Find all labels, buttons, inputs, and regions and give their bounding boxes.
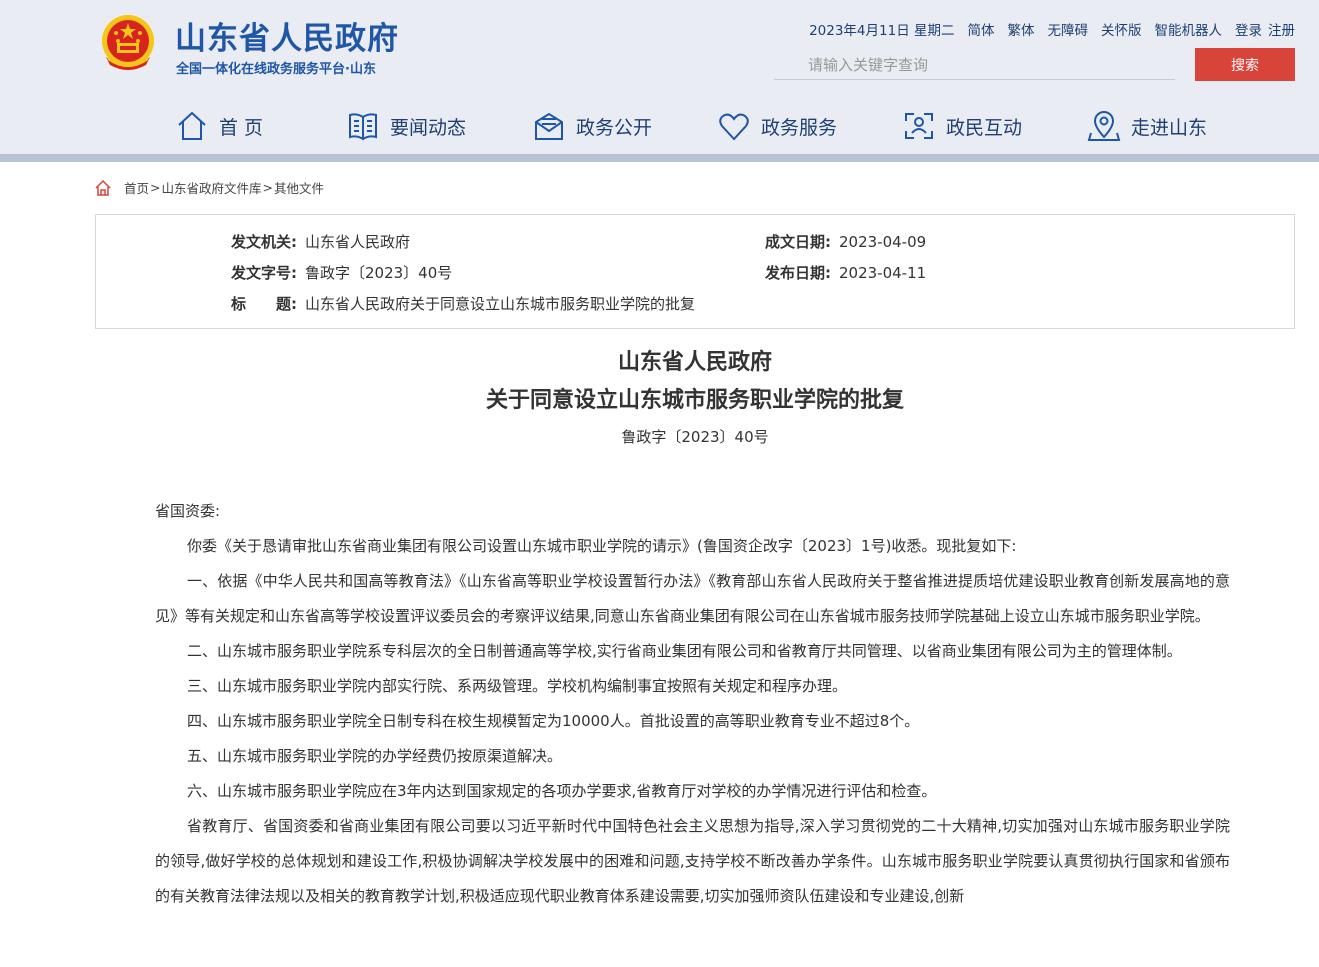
- nav-home-label: 首 页: [219, 116, 264, 139]
- info-issuer: 发文机关: 山东省人民政府: [231, 231, 410, 252]
- home-icon: [178, 111, 206, 140]
- title-label: 标 题:: [231, 295, 297, 313]
- breadcrumb-file-library[interactable]: 山东省政府文件库: [162, 178, 262, 197]
- site-subtitle: 全国一体化在线政务服务平台·山东: [176, 62, 376, 77]
- nav-shandong-label: 走进山东: [1131, 116, 1208, 139]
- paragraph: 三、山东城市服务职业学院内部实行院、系两级管理。学校机构编制事宜按照有关规定和程…: [187, 677, 848, 695]
- breadcrumb: 首页 > 山东省政府文件库 > 其他文件: [94, 178, 324, 197]
- document-body: 省国资委: 你委《关于恳请审批山东省商业集团有限公司设置山东城市职业学院的请示》…: [155, 494, 1230, 914]
- site-header: 山东省人民政府 全国一体化在线政务服务平台·山东 2023年4月11日 星期二 …: [0, 0, 1319, 154]
- document-title-line1: 山东省人民政府: [617, 350, 772, 375]
- link-accessibility[interactable]: 无障碍: [1048, 19, 1089, 39]
- home-icon: [95, 179, 111, 196]
- breadcrumb-separator: >: [262, 180, 273, 195]
- heart-icon: [719, 113, 749, 141]
- breadcrumb-home[interactable]: 首页: [124, 178, 149, 197]
- paragraph: 省教育厅、省国资委和省商业集团有限公司要以习近平新时代中国特色社会主义思想为指导…: [155, 817, 1230, 905]
- info-title: 标 题: 山东省人民政府关于同意设立山东城市服务职业学院的批复: [231, 293, 695, 314]
- interaction-icon: [905, 113, 933, 139]
- nav-interaction[interactable]: 政民互动: [902, 100, 1022, 152]
- nav-shandong[interactable]: 走进山东: [1087, 100, 1207, 152]
- paragraph: 一、依据《中华人民共和国高等教育法》《山东省高等职业学校设置暂行办法》《教育部山…: [155, 572, 1230, 625]
- paragraph: 四、山东城市服务职业学院全日制专科在校生规模暂定为10000人。首批设置的高等职…: [187, 712, 920, 730]
- nav-news-label: 要闻动态: [390, 116, 467, 139]
- link-care-mode[interactable]: 关怀版: [1101, 19, 1142, 39]
- info-number: 发文字号: 鲁政字〔2023〕40号: [231, 262, 452, 283]
- book-icon: [349, 113, 377, 141]
- number-label: 发文字号:: [231, 264, 297, 282]
- header-divider: [0, 154, 1319, 162]
- site-title[interactable]: 山东省人民政府: [175, 13, 399, 58]
- link-robot[interactable]: 智能机器人: [1155, 19, 1223, 39]
- breadcrumb-other-files[interactable]: 其他文件: [274, 178, 324, 197]
- salutation: 省国资委:: [155, 502, 221, 520]
- number-value: 鲁政字〔2023〕40号: [305, 264, 453, 282]
- nav-gov-open-label: 政务公开: [576, 116, 653, 139]
- link-simplified[interactable]: 简体: [968, 19, 995, 39]
- issuer-value: 山东省人民政府: [305, 233, 411, 251]
- document-number: 鲁政字〔2023〕40号: [621, 428, 769, 446]
- created-label: 成文日期:: [765, 233, 831, 251]
- title-value: 山东省人民政府关于同意设立山东城市服务职业学院的批复: [305, 295, 696, 313]
- current-date: 2023年4月11日 星期二: [809, 23, 955, 39]
- document-title-line2: 关于同意设立山东城市服务职业学院的批复: [485, 388, 904, 413]
- nav-gov-open[interactable]: 政务公开: [532, 100, 652, 152]
- nav-gov-service-label: 政务服务: [761, 116, 838, 139]
- paragraph: 五、山东城市服务职业学院的办学经费仍按原渠道解决。: [187, 747, 563, 765]
- top-links: 2023年4月11日 星期二 简体 繁体 无障碍 关怀版 智能机器人 登录 注册: [809, 19, 1295, 39]
- location-pin-icon: [1087, 111, 1121, 141]
- main-nav: 首 页 要闻动态 政务公开 政务服务 政民互动 走进山东: [0, 100, 1319, 152]
- search-button[interactable]: 搜索: [1195, 48, 1295, 81]
- info-created: 成文日期: 2023-04-09: [765, 231, 926, 252]
- paragraph: 六、山东城市服务职业学院应在3年内达到国家规定的各项办学要求,省教育厅对学校的办…: [187, 782, 937, 800]
- info-published: 发布日期: 2023-04-11: [765, 262, 926, 283]
- issuer-label: 发文机关:: [231, 233, 297, 251]
- document-info-box: 发文机关: 山东省人民政府 发文字号: 鲁政字〔2023〕40号 标 题: 山东省人民…: [95, 214, 1295, 329]
- link-login[interactable]: 登录: [1235, 19, 1262, 39]
- link-register[interactable]: 注册: [1268, 19, 1295, 39]
- nav-home[interactable]: 首 页: [175, 100, 263, 152]
- paragraph: 你委《关于恳请审批山东省商业集团有限公司设置山东城市职业学院的请示》(鲁国资企改…: [187, 537, 1017, 555]
- breadcrumb-separator: >: [150, 180, 161, 195]
- link-traditional[interactable]: 繁体: [1008, 19, 1035, 39]
- nav-news[interactable]: 要闻动态: [346, 100, 466, 152]
- search-box: [774, 48, 1175, 80]
- envelope-icon: [535, 112, 563, 140]
- published-value: 2023-04-11: [839, 264, 927, 282]
- nav-interaction-label: 政民互动: [946, 116, 1023, 139]
- national-emblem-logo[interactable]: [96, 11, 160, 77]
- created-value: 2023-04-09: [839, 233, 927, 251]
- paragraph: 二、山东城市服务职业学院系专科层次的全日制普通高等学校,实行省商业集团有限公司和…: [187, 642, 1182, 660]
- search-input[interactable]: [808, 52, 1168, 78]
- published-label: 发布日期:: [765, 264, 831, 282]
- nav-gov-service[interactable]: 政务服务: [717, 100, 837, 152]
